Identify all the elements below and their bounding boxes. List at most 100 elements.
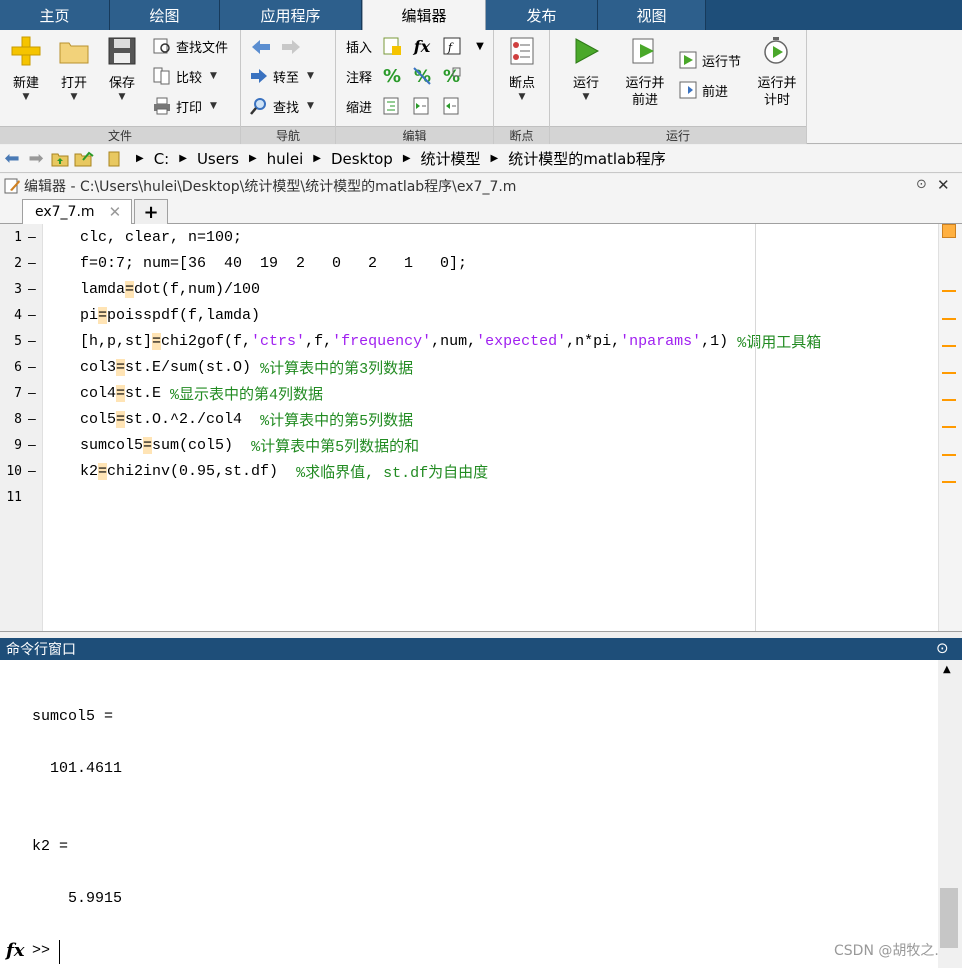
run-and-time-button[interactable]: 运行并计时: [754, 34, 800, 109]
warning-marker[interactable]: [942, 454, 956, 456]
breakpoint-marker[interactable]: —: [28, 282, 36, 297]
warning-marker[interactable]: [942, 318, 956, 320]
close-tab-icon[interactable]: ✕: [109, 203, 122, 221]
increase-indent-icon[interactable]: [410, 94, 434, 118]
breakpoint-marker[interactable]: —: [28, 334, 36, 349]
breakpoint-marker[interactable]: —: [28, 438, 36, 453]
tab-view[interactable]: 视图: [598, 0, 706, 30]
breadcrumb-item[interactable]: hulei: [267, 150, 304, 168]
new-tab-button[interactable]: +: [134, 199, 168, 224]
back-arrow-icon[interactable]: [249, 35, 273, 59]
code-line[interactable]: pi = poisspdf(f,lamda): [80, 302, 260, 328]
run-button[interactable]: 运行 ▼: [566, 34, 606, 102]
code-line[interactable]: col5 = st.O.^2./col4 %计算表中的第5列数据: [80, 406, 413, 432]
panel-menu-icon[interactable]: ⊙: [916, 177, 927, 192]
up-folder-icon[interactable]: [48, 147, 72, 171]
find-button[interactable]: 查找 ▼: [249, 94, 314, 118]
tab-home[interactable]: 主页: [0, 0, 110, 30]
dropdown-arrow-icon: ▼: [307, 101, 314, 111]
code-token: col4: [80, 384, 117, 402]
new-button[interactable]: 新建 ▼: [6, 34, 46, 102]
decrease-indent-icon[interactable]: [440, 94, 464, 118]
breakpoints-button[interactable]: 断点 ▼: [502, 34, 542, 102]
breakpoint-marker[interactable]: —: [28, 360, 36, 375]
close-icon[interactable]: ✕: [937, 176, 950, 194]
code-string: 'ctrs': [251, 332, 306, 350]
warning-marker[interactable]: [942, 290, 956, 292]
tab-editor[interactable]: 编辑器: [362, 0, 486, 31]
fx-icon[interactable]: fx: [410, 34, 434, 58]
insert-section-icon[interactable]: [380, 34, 404, 58]
text-cursor: [59, 940, 60, 964]
breakpoint-marker[interactable]: —: [28, 256, 36, 271]
scroll-up-icon[interactable]: ▲: [943, 664, 951, 675]
open-button[interactable]: 打开 ▼: [54, 34, 94, 102]
code-line[interactable]: sumcol5 = sum(col5) %计算表中第5列数据的和: [80, 432, 419, 458]
function-browser-icon[interactable]: fx: [6, 940, 24, 961]
smart-indent-icon[interactable]: [380, 94, 404, 118]
line-number: 7—: [0, 380, 43, 406]
code-token: col5: [80, 410, 117, 428]
back-icon[interactable]: ⬅: [0, 147, 24, 171]
code-line[interactable]: col3 = st.E/sum(st.O) %计算表中的第3列数据: [80, 354, 413, 380]
code-line[interactable]: f=0:7; num=[36 40 19 2 0 2 1 0];: [80, 250, 467, 276]
breadcrumb-item[interactable]: Desktop: [331, 150, 393, 168]
run-section-button[interactable]: 运行节: [678, 48, 741, 72]
warning-marker[interactable]: [942, 345, 956, 347]
advance-button[interactable]: 前进: [678, 78, 728, 102]
file-tab[interactable]: ex7_7.m ✕: [22, 199, 132, 224]
forward-icon[interactable]: ➡: [24, 147, 48, 171]
line-number: 10 —: [0, 458, 43, 484]
dropdown-arrow-icon: ▼: [582, 92, 590, 102]
command-window-titlebar: 命令行窗口 ⊙: [0, 638, 962, 660]
breakpoint-marker[interactable]: —: [28, 412, 36, 427]
command-window[interactable]: sumcol5 = 101.4611 k2 = 5.9915 fx >> ▲: [0, 660, 962, 968]
tab-publish[interactable]: 发布: [486, 0, 598, 30]
warning-marker[interactable]: [942, 481, 956, 483]
comment-percent-icon[interactable]: %: [380, 64, 404, 88]
tab-apps[interactable]: 应用程序: [220, 0, 362, 30]
code-line[interactable]: lamda = dot(f,num)/100: [80, 276, 260, 302]
breadcrumb-item[interactable]: C:: [154, 150, 170, 168]
breadcrumb-item[interactable]: 统计模型: [421, 148, 481, 169]
code-analyzer-status-icon[interactable]: [942, 224, 956, 238]
warning-marker[interactable]: [942, 372, 956, 374]
breadcrumb-item[interactable]: Users: [197, 150, 239, 168]
code-editor[interactable]: 1—2—3—4—5—6—7—8—9—10—11 clc, clear, n=10…: [0, 224, 962, 632]
command-window-title: 命令行窗口: [6, 642, 76, 658]
print-button[interactable]: 打印 ▼: [152, 94, 217, 118]
warning-marker[interactable]: [942, 426, 956, 428]
run-and-advance-button[interactable]: 运行并前进: [622, 34, 668, 109]
scrollbar-thumb[interactable]: [940, 888, 958, 948]
breakpoint-marker[interactable]: —: [28, 464, 36, 479]
tab-plots[interactable]: 绘图: [110, 0, 220, 30]
save-button[interactable]: 保存 ▼: [102, 34, 142, 102]
insert-dropdown-icon[interactable]: ▼: [468, 34, 492, 58]
compare-button[interactable]: 比较 ▼: [152, 64, 217, 88]
breakpoint-marker[interactable]: —: [28, 386, 36, 401]
insert-function-icon[interactable]: f: [440, 34, 464, 58]
dropdown-arrow-icon: ▼: [70, 92, 78, 102]
warning-marker[interactable]: [942, 399, 956, 401]
find-files-button[interactable]: 查找文件: [152, 34, 228, 58]
code-line[interactable]: k2 = chi2inv(0.95,st.df) %求临界值, st.df为自由度: [80, 458, 488, 484]
code-line[interactable]: [h,p,st] = chi2gof(f,'ctrs' ,f,'frequency',…: [80, 328, 821, 354]
goto-button[interactable]: 转至 ▼: [249, 64, 314, 88]
browse-folder-icon[interactable]: [72, 147, 96, 171]
forward-arrow-icon[interactable]: [279, 35, 303, 59]
editor-title: 编辑器 - C:\Users\hulei\Desktop\统计模型\统计模型的m…: [24, 179, 517, 195]
uncomment-icon[interactable]: %: [410, 64, 434, 88]
breakpoint-marker[interactable]: —: [28, 230, 36, 245]
line-number-label: 4: [14, 307, 22, 323]
breadcrumb-item[interactable]: 统计模型的matlab程序: [508, 148, 666, 169]
wrap-comments-icon[interactable]: %: [440, 64, 464, 88]
panel-menu-icon[interactable]: ⊙: [936, 639, 949, 657]
dropdown-arrow-icon: ▼: [118, 92, 126, 102]
code-line[interactable]: col4 = st.E %显示表中的第4列数据: [80, 380, 323, 406]
dropdown-arrow-icon: ▼: [518, 92, 526, 102]
code-token: st.E/sum(st.O): [125, 358, 261, 376]
code-line[interactable]: clc, clear, n=100;: [80, 224, 242, 250]
breakpoint-marker[interactable]: —: [28, 308, 36, 323]
breakpoints-label: 断点: [508, 76, 535, 91]
editor-tab-strip: ex7_7.m ✕ +: [0, 198, 962, 224]
